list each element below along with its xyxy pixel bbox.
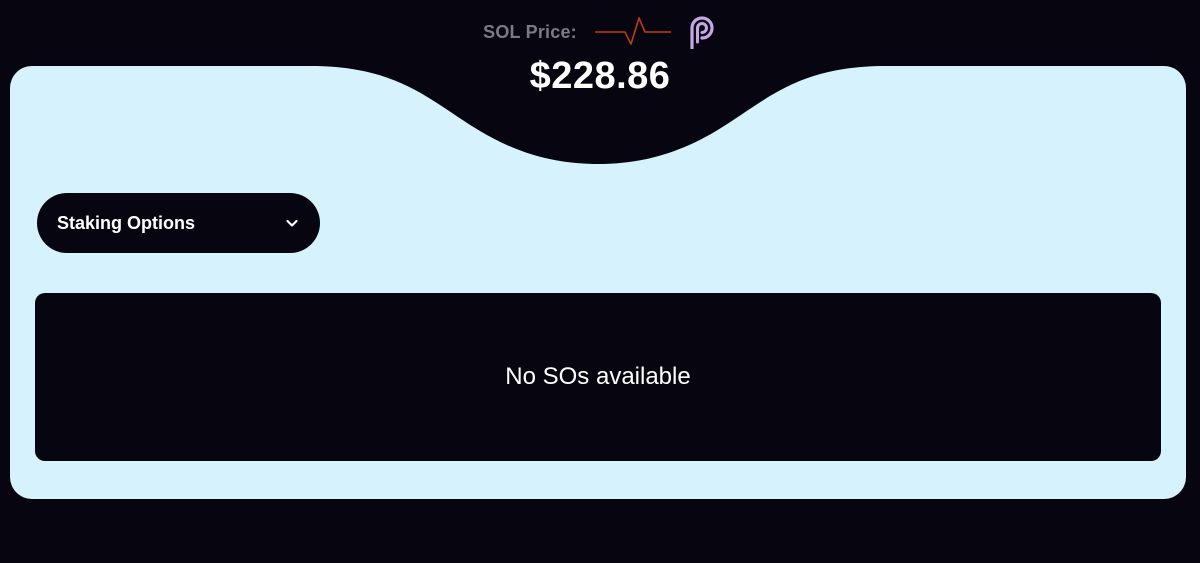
staking-options-label: Staking Options bbox=[57, 212, 196, 233]
sol-price-value: $228.86 bbox=[529, 55, 671, 97]
price-label: SOL Price: bbox=[483, 21, 577, 42]
staking-options-dropdown[interactable]: Staking Options bbox=[37, 193, 320, 253]
heartbeat-pulse-icon bbox=[594, 17, 671, 45]
price-header: SOL Price: bbox=[0, 14, 1200, 50]
page: SOL Price: $228.86 Staking Options No SO… bbox=[0, 0, 1200, 563]
staking-options-list: No SOs available bbox=[35, 293, 1161, 461]
chevron-down-icon bbox=[286, 219, 298, 227]
pyth-logo-icon bbox=[690, 16, 714, 49]
empty-state-message: No SOs available bbox=[505, 363, 691, 390]
